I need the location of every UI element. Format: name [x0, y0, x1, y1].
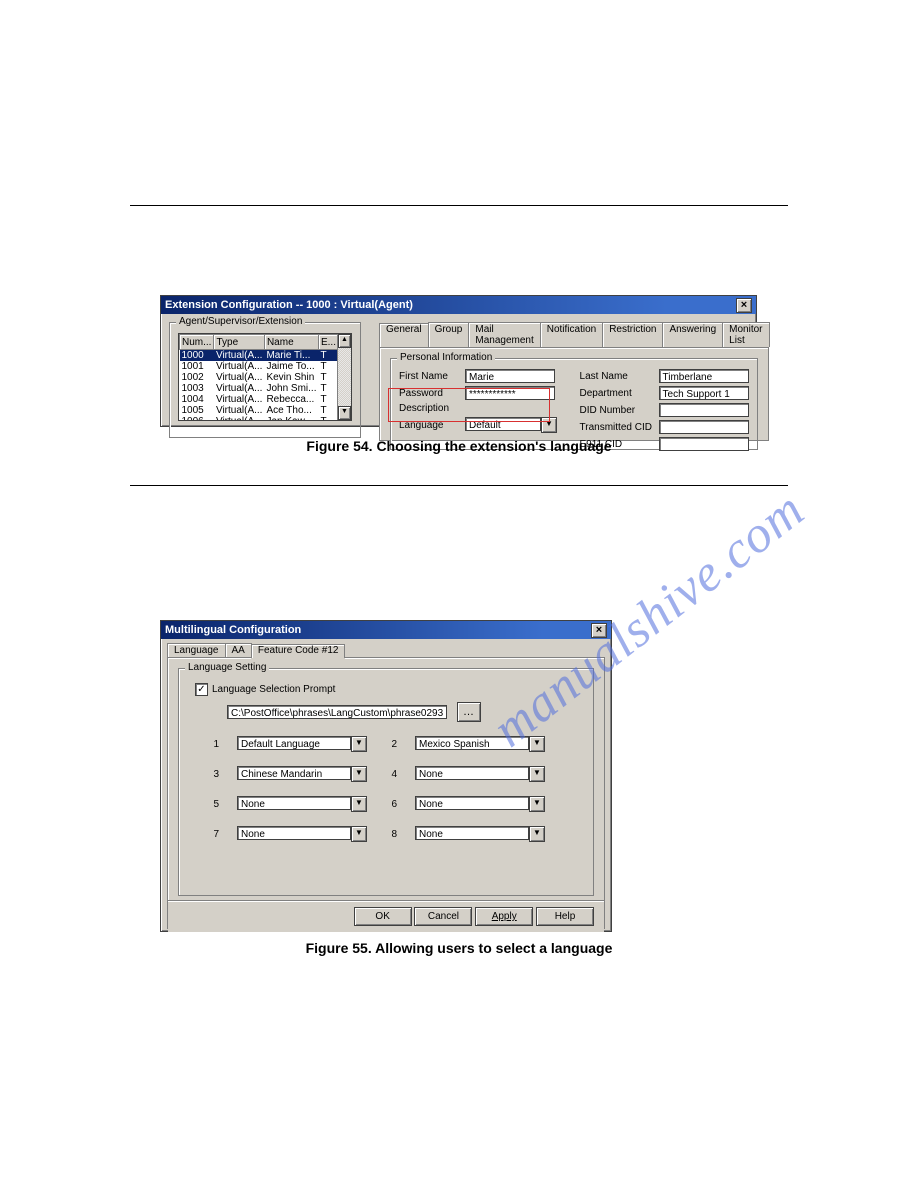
table-header[interactable]: Num... Type Name E...	[180, 335, 338, 350]
section-rule-2	[130, 485, 788, 486]
cancel-button[interactable]: Cancel	[414, 907, 472, 926]
cell-e: T	[318, 350, 337, 362]
cell-name: Marie Ti...	[264, 350, 318, 362]
tab-answering[interactable]: Answering	[662, 322, 723, 347]
slot-number-1: 1	[207, 739, 219, 750]
chevron-down-icon[interactable]: ▼	[529, 826, 545, 842]
table-row[interactable]: 1000 Virtual(A... Marie Ti... T	[180, 350, 338, 362]
slot-number-2: 2	[385, 739, 397, 750]
scroll-down-icon[interactable]: ▼	[338, 406, 351, 420]
first-name-input[interactable]: Marie	[465, 369, 555, 383]
scroll-track[interactable]	[338, 348, 351, 406]
col-e[interactable]: E...	[318, 335, 337, 350]
tab-aa[interactable]: AA	[225, 643, 252, 657]
scrollbar[interactable]: ▲ ▼	[337, 334, 351, 420]
tab-notification[interactable]: Notification	[540, 322, 603, 347]
language-slot-1[interactable]: Default Language▼	[237, 736, 367, 752]
label-first-name: First Name	[399, 371, 461, 382]
col-num[interactable]: Num...	[180, 335, 214, 350]
chevron-down-icon[interactable]: ▼	[351, 766, 367, 782]
language-slot-2[interactable]: Mexico Spanish▼	[415, 736, 545, 752]
table-row[interactable]: 1003Virtual(A...John Smi...T	[180, 383, 338, 394]
help-button[interactable]: Help	[536, 907, 594, 926]
tab-strip: General Group Mail Management Notificati…	[373, 318, 775, 347]
language-slot-3[interactable]: Chinese Mandarin▼	[237, 766, 367, 782]
transmitted-cid-input[interactable]	[659, 420, 749, 434]
tab-feature-code-12[interactable]: Feature Code #12	[251, 644, 346, 658]
phrase-path-input[interactable]: C:\PostOffice\phrases\LangCustom\phrase0…	[227, 705, 447, 719]
chevron-down-icon[interactable]: ▼	[529, 796, 545, 812]
chevron-down-icon[interactable]: ▼	[351, 796, 367, 812]
tab-mail-management[interactable]: Mail Management	[468, 322, 540, 347]
label-last-name: Last Name	[580, 371, 655, 382]
tab-strip: Language AA Feature Code #12	[161, 639, 611, 657]
table-row[interactable]: 1006Virtual(A...Jan Kaw...T	[180, 416, 338, 420]
slot-number-4: 4	[385, 769, 397, 780]
group-agent-extension: Agent/Supervisor/Extension	[176, 316, 305, 327]
apply-button[interactable]: Apply	[475, 907, 533, 926]
label-transmitted-cid: Transmitted CID	[580, 422, 655, 433]
tab-language[interactable]: Language	[167, 643, 226, 657]
language-slot-6[interactable]: None▼	[415, 796, 545, 812]
titlebar: Extension Configuration -- 1000 : Virtua…	[161, 296, 756, 314]
tab-restriction[interactable]: Restriction	[602, 322, 663, 347]
language-slot-5[interactable]: None▼	[237, 796, 367, 812]
tab-group[interactable]: Group	[428, 322, 470, 347]
label-language-selection-prompt: Language Selection Prompt	[212, 684, 335, 695]
last-name-input[interactable]: Timberlane	[659, 369, 749, 383]
window-title: Multilingual Configuration	[165, 624, 301, 636]
figure-caption-1: Figure 54. Choosing the extension's lang…	[0, 438, 918, 454]
chevron-down-icon[interactable]: ▼	[351, 736, 367, 752]
group-personal-information: Personal Information	[397, 352, 495, 363]
cell-num: 1000	[180, 350, 214, 362]
label-did-number: DID Number	[580, 405, 655, 416]
col-type[interactable]: Type	[214, 335, 265, 350]
language-slot-8[interactable]: None▼	[415, 826, 545, 842]
table-row[interactable]: 1005Virtual(A...Ace Tho...T	[180, 405, 338, 416]
label-department: Department	[580, 388, 655, 399]
ok-button[interactable]: OK	[354, 907, 412, 926]
language-slot-4[interactable]: None▼	[415, 766, 545, 782]
extension-configuration-dialog: Extension Configuration -- 1000 : Virtua…	[160, 295, 757, 427]
col-name[interactable]: Name	[264, 335, 318, 350]
window-title: Extension Configuration -- 1000 : Virtua…	[165, 299, 413, 311]
cell-type: Virtual(A...	[214, 350, 265, 362]
figure-caption-2: Figure 55. Allowing users to select a la…	[0, 940, 918, 956]
slot-number-8: 8	[385, 829, 397, 840]
chevron-down-icon[interactable]: ▼	[529, 736, 545, 752]
slot-number-3: 3	[207, 769, 219, 780]
table-row[interactable]: 1002Virtual(A...Kevin ShinT	[180, 372, 338, 383]
slot-number-6: 6	[385, 799, 397, 810]
did-input[interactable]	[659, 403, 749, 417]
table-row[interactable]: 1001Virtual(A...Jaime To...T	[180, 361, 338, 372]
close-icon[interactable]: ×	[591, 623, 607, 638]
close-icon[interactable]: ×	[736, 298, 752, 313]
table-row[interactable]: 1004Virtual(A...Rebecca...T	[180, 394, 338, 405]
slot-number-7: 7	[207, 829, 219, 840]
scroll-up-icon[interactable]: ▲	[338, 334, 351, 348]
chevron-down-icon[interactable]: ▼	[529, 766, 545, 782]
titlebar: Multilingual Configuration ×	[161, 621, 611, 639]
department-input[interactable]: Tech Support 1	[659, 386, 749, 400]
tab-general[interactable]: General	[379, 323, 429, 348]
language-selection-prompt-checkbox[interactable]: ✓	[195, 683, 208, 696]
tab-monitor-list[interactable]: Monitor List	[722, 322, 769, 347]
multilingual-configuration-dialog: Multilingual Configuration × Language AA…	[160, 620, 612, 932]
browse-button[interactable]: …	[457, 702, 481, 722]
language-slot-7[interactable]: None▼	[237, 826, 367, 842]
slot-number-5: 5	[207, 799, 219, 810]
extension-table[interactable]: Num... Type Name E... 1000 Virtual(A... …	[179, 334, 337, 420]
chevron-down-icon[interactable]: ▼	[351, 826, 367, 842]
highlight-language-box	[388, 388, 550, 422]
section-rule-1	[130, 205, 788, 206]
group-language-setting: Language Setting	[185, 662, 269, 673]
